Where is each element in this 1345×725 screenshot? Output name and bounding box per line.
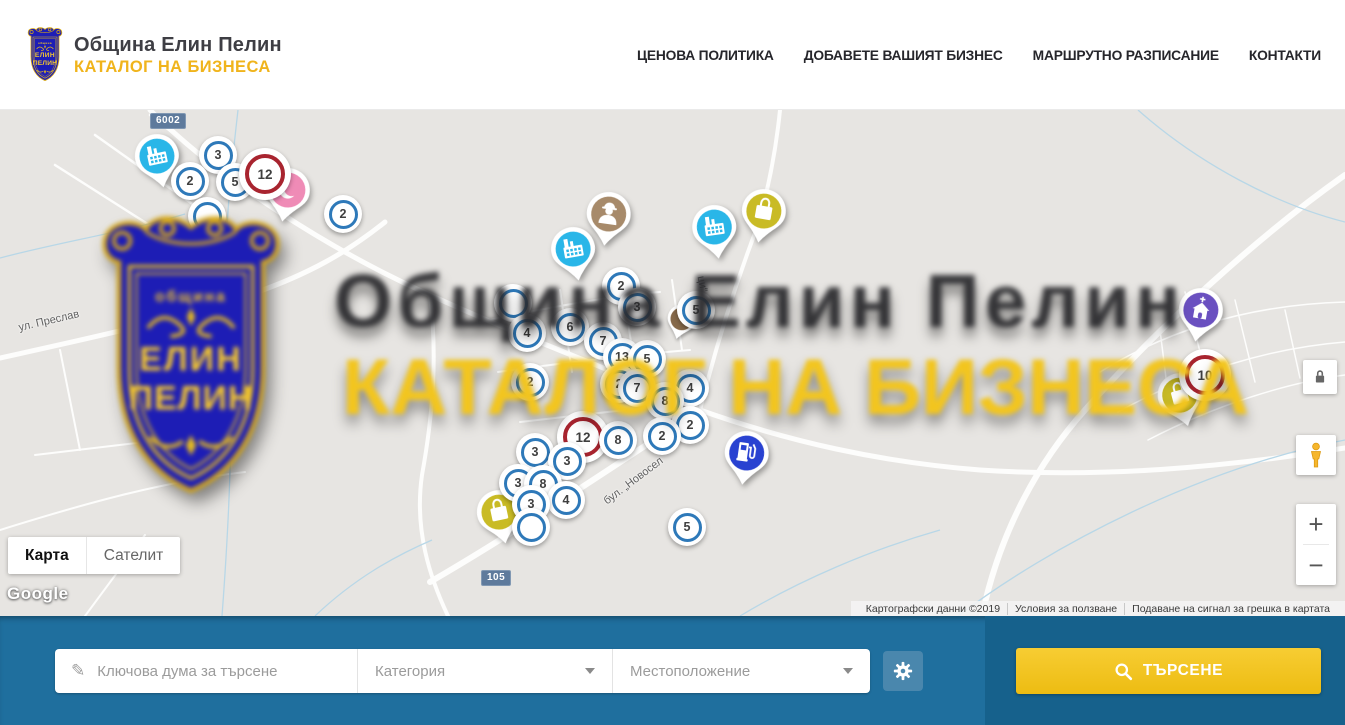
nav-item-add-business[interactable]: ДОБАВЕТЕ ВАШИЯТ БИЗНЕС xyxy=(804,48,1003,63)
map-cluster-marker[interactable]: 8 xyxy=(599,421,637,459)
map-cluster-marker[interactable]: 2 xyxy=(171,162,209,200)
brand-text: Община Елин Пелин КАТАЛОГ НА БИЗНЕСА xyxy=(74,34,282,77)
search-icon xyxy=(1114,662,1133,681)
gear-icon xyxy=(892,660,914,682)
nav-item-contacts[interactable]: КОНТАКТИ xyxy=(1249,48,1321,63)
map-canvas[interactable]: ул. Преславбул. „Новоселци“6002105 32512… xyxy=(0,110,1345,616)
search-bar-right-panel: ТЪРСЕНЕ xyxy=(985,616,1345,725)
header: община ЕЛИН ПЕЛИН Община Елин Пелин КАТА… xyxy=(0,0,1345,110)
pegman-icon xyxy=(1304,442,1328,468)
map-cluster-marker[interactable]: 10 xyxy=(1179,349,1231,401)
street-view-pegman-button[interactable] xyxy=(1296,435,1336,475)
map-markers: 3251222354671352274822128333843510 xyxy=(0,110,1345,616)
zoom-in-button[interactable]: + xyxy=(1296,504,1336,544)
zoom-control: + − xyxy=(1296,504,1336,585)
search-bar: ТЪРСЕНЕ ✎ Категория Местоположение xyxy=(0,616,1345,725)
map-cluster-marker[interactable]: 5 xyxy=(668,508,706,546)
location-select[interactable]: Местоположение xyxy=(613,649,870,693)
map-cluster-marker[interactable]: 2 xyxy=(643,417,681,455)
category-select[interactable]: Категория xyxy=(358,649,612,693)
site-subtitle: КАТАЛОГ НА БИЗНЕСА xyxy=(74,58,282,77)
map-cluster-marker[interactable]: 2 xyxy=(324,195,362,233)
zoom-out-button[interactable]: − xyxy=(1296,545,1336,585)
municipality-crest-logo: община ЕЛИН ПЕЛИН xyxy=(25,26,65,84)
map-pin-worker[interactable] xyxy=(581,188,634,250)
attribution-terms-link[interactable]: Условия за ползване xyxy=(1007,603,1124,615)
map-cluster-marker[interactable]: 3 xyxy=(618,288,656,326)
site-title: Община Елин Пелин xyxy=(74,34,282,57)
svg-text:община: община xyxy=(38,41,52,45)
fullscreen-lock-button[interactable] xyxy=(1303,360,1337,394)
map-cluster-marker[interactable]: 12 xyxy=(239,148,291,200)
map-cluster-marker[interactable]: 2 xyxy=(511,363,549,401)
map-pin-bag[interactable] xyxy=(735,184,790,247)
map-cluster-marker[interactable]: 5 xyxy=(677,291,715,329)
map-cluster-marker[interactable]: 4 xyxy=(508,314,546,352)
nav-item-transport-schedule[interactable]: МАРШРУТНО РАЗПИСАНИЕ xyxy=(1033,48,1219,63)
keyword-section: ✎ xyxy=(55,649,357,693)
nav-item-pricing[interactable]: ЦЕНОВА ПОЛИТИКА xyxy=(637,48,774,63)
brand[interactable]: община ЕЛИН ПЕЛИН Община Елин Пелин КАТА… xyxy=(25,26,282,84)
attribution-map-data: Картографски данни ©2019 xyxy=(859,603,1007,615)
attribution-report-link[interactable]: Подаване на сигнал за грешка в картата xyxy=(1124,603,1337,615)
chevron-down-icon xyxy=(843,668,853,674)
map-pin-factory[interactable] xyxy=(688,201,741,263)
map-type-control: Карта Сателит xyxy=(8,537,180,574)
search-button-label: ТЪРСЕНЕ xyxy=(1143,662,1223,680)
keyword-input[interactable] xyxy=(97,663,357,680)
map-type-satellite-button[interactable]: Сателит xyxy=(86,537,180,574)
google-logo[interactable]: Google xyxy=(7,584,69,604)
lock-icon xyxy=(1309,366,1331,388)
map-pin-fuel[interactable] xyxy=(719,427,772,489)
map-cluster-marker[interactable] xyxy=(188,197,226,235)
search-box: ✎ Категория Местоположение xyxy=(55,649,870,693)
map-type-map-button[interactable]: Карта xyxy=(8,537,86,574)
map-pin-church[interactable] xyxy=(1172,283,1227,346)
page: община ЕЛИН ПЕЛИН Община Елин Пелин КАТА… xyxy=(0,0,1345,725)
pencil-icon: ✎ xyxy=(71,661,85,681)
search-button[interactable]: ТЪРСЕНЕ xyxy=(1016,648,1321,694)
main-nav: ЦЕНОВА ПОЛИТИКА ДОБАВЕТЕ ВАШИЯТ БИЗНЕС М… xyxy=(637,0,1321,110)
chevron-down-icon xyxy=(585,668,595,674)
map-attribution: Картографски данни ©2019 Условия за полз… xyxy=(851,601,1345,616)
map-cluster-marker[interactable] xyxy=(512,508,550,546)
svg-text:ЕЛИН: ЕЛИН xyxy=(35,52,55,59)
advanced-search-settings-button[interactable] xyxy=(883,651,923,691)
location-select-value: Местоположение xyxy=(630,663,750,680)
map-cluster-marker[interactable]: 4 xyxy=(547,481,585,519)
category-select-value: Категория xyxy=(375,663,445,680)
svg-text:ПЕЛИН: ПЕЛИН xyxy=(33,60,57,67)
